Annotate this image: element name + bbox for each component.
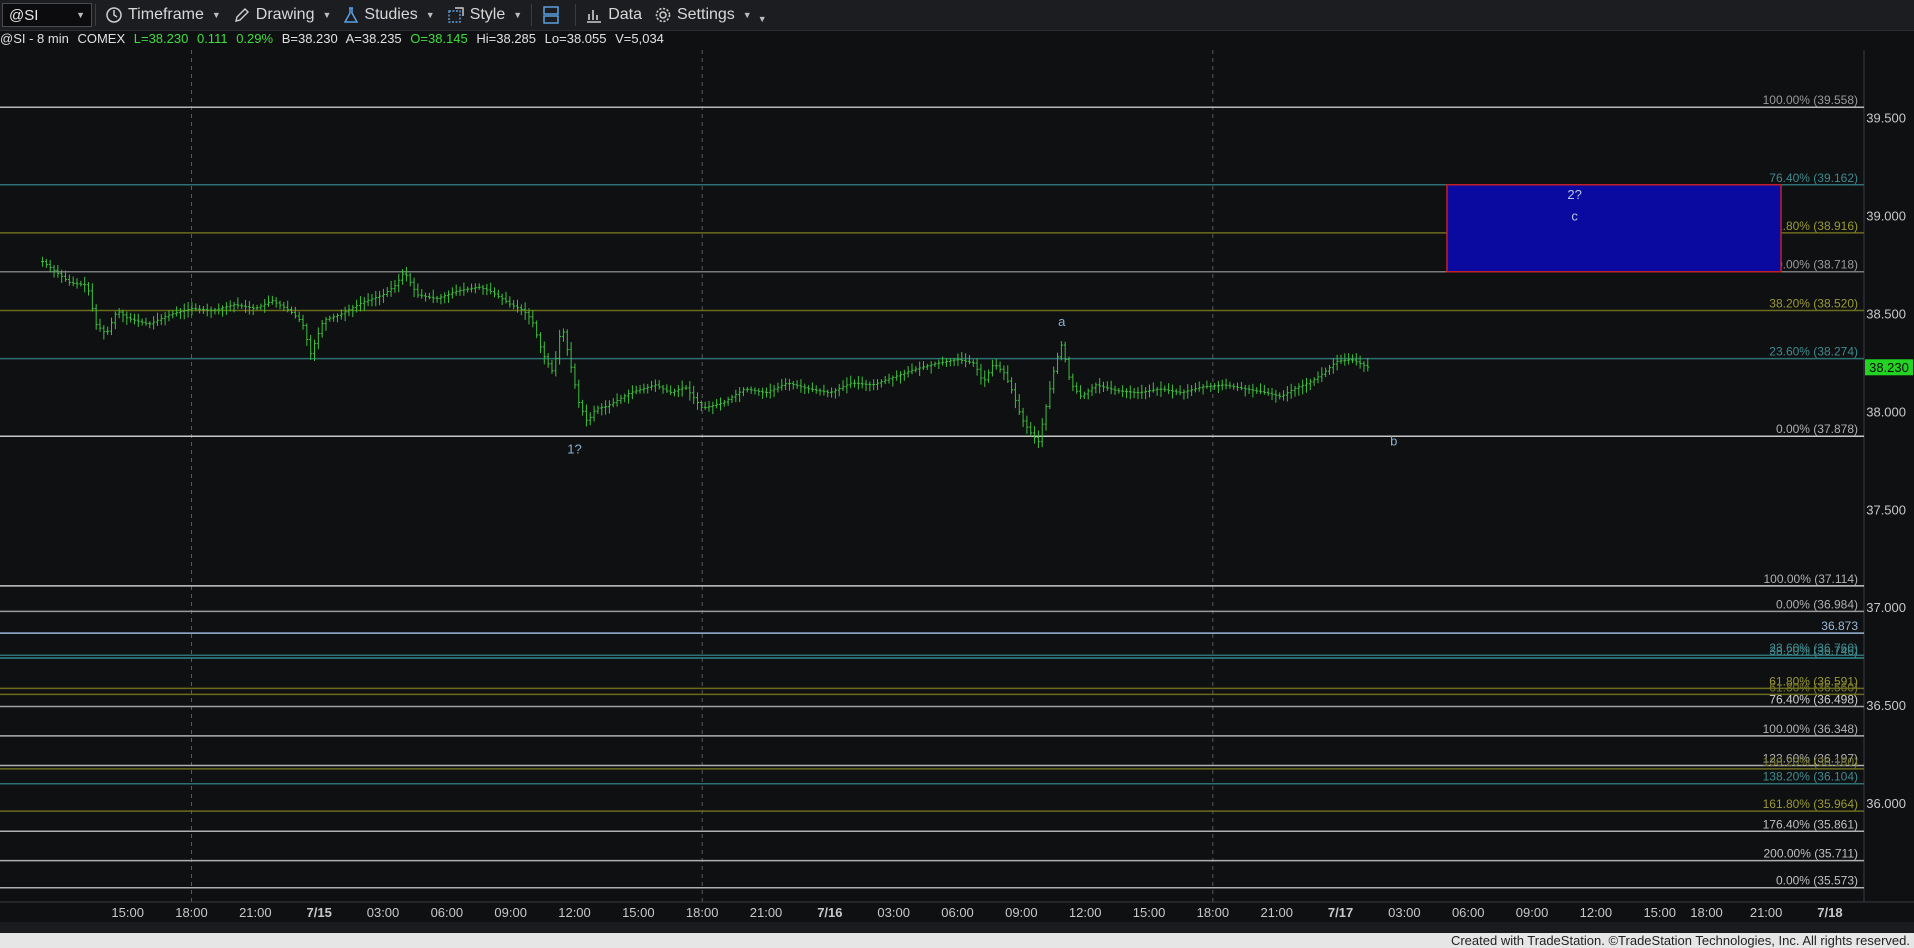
y-tick-label: 37.500	[1866, 502, 1906, 517]
wave-label: c	[1571, 208, 1578, 223]
x-tick-label: 21:00	[1260, 905, 1293, 920]
y-tick-label: 39.000	[1866, 208, 1906, 223]
x-tick-label: 12:00	[1580, 905, 1613, 920]
x-tick-label: 15:00	[1643, 905, 1676, 920]
x-tick-label: 21:00	[1750, 905, 1783, 920]
fib-level-label: 200.00% (35.711)	[1763, 847, 1858, 861]
fib-level-label: 138.20% (36.104)	[1763, 770, 1858, 784]
fib-level-label: 61.80% (38.916)	[1769, 219, 1858, 233]
fib-level-label: 38.20% (36.746)	[1769, 644, 1858, 658]
x-tick-label: 06:00	[941, 905, 974, 920]
copyright-text: Created with TradeStation. ©TradeStation…	[1450, 933, 1910, 948]
fib-level-label: 76.40% (36.498)	[1769, 693, 1858, 707]
x-tick-label: 12:00	[1069, 905, 1102, 920]
wave-label: a	[1058, 314, 1066, 329]
fib-level-label: 76.40% (39.162)	[1769, 171, 1858, 185]
price-axis	[1864, 50, 1914, 902]
fib-level-label: 23.60% (38.274)	[1769, 345, 1858, 359]
fib-level-label: 50.00% (38.718)	[1769, 258, 1858, 272]
x-tick-label: 15:00	[111, 905, 144, 920]
x-tick-label: 7/15	[307, 905, 332, 920]
x-tick-label: 03:00	[1388, 905, 1421, 920]
y-tick-label: 38.000	[1866, 404, 1906, 419]
fib-level-label: 100.00% (37.114)	[1763, 572, 1858, 586]
x-tick-label: 21:00	[239, 905, 272, 920]
x-tick-label: 7/16	[817, 905, 842, 920]
x-tick-label: 18:00	[175, 905, 208, 920]
chart-scrollbar[interactable]	[0, 922, 1914, 933]
x-tick-label: 18:00	[1690, 905, 1723, 920]
y-tick-label: 36.500	[1866, 698, 1906, 713]
x-tick-label: 03:00	[367, 905, 400, 920]
x-tick-label: 15:00	[1133, 905, 1166, 920]
fib-level-label: 36.873	[1821, 619, 1858, 633]
wave-label: b	[1390, 434, 1397, 449]
x-tick-label: 21:00	[750, 905, 783, 920]
x-tick-label: 18:00	[686, 905, 719, 920]
x-tick-label: 09:00	[1516, 905, 1549, 920]
x-tick-label: 18:00	[1197, 905, 1230, 920]
x-tick-label: 06:00	[431, 905, 464, 920]
x-tick-label: 09:00	[1005, 905, 1038, 920]
fib-level-label: 161.80% (35.964)	[1763, 797, 1858, 811]
y-tick-label: 38.500	[1866, 306, 1906, 321]
fib-level-label: 0.00% (36.984)	[1776, 597, 1858, 611]
target-zone-box[interactable]	[1446, 184, 1782, 273]
x-tick-label: 7/17	[1328, 905, 1353, 920]
plot-area	[0, 50, 1864, 902]
copyright-footer: Created with TradeStation. ©TradeStation…	[0, 933, 1914, 948]
fib-level-label: 176.40% (35.861)	[1763, 817, 1858, 831]
fib-level-label: 38.20% (38.520)	[1769, 296, 1858, 310]
y-tick-label: 36.000	[1866, 796, 1906, 811]
fib-level-label: 0.00% (37.878)	[1776, 422, 1858, 436]
x-tick-label: 15:00	[622, 905, 655, 920]
fib-level-label: 0.00% (35.573)	[1776, 874, 1858, 888]
x-tick-label: 12:00	[558, 905, 591, 920]
x-tick-label: 03:00	[877, 905, 910, 920]
fib-level-label: 138.20% (36.180)	[1763, 755, 1858, 769]
x-tick-label: 06:00	[1452, 905, 1485, 920]
fib-level-label: 100.00% (39.558)	[1763, 93, 1858, 107]
wave-label: 2?	[1567, 187, 1581, 202]
fib-level-label: 100.00% (36.348)	[1763, 722, 1858, 736]
x-tick-label: 7/18	[1817, 905, 1842, 920]
price-chart[interactable]: 100.00% (39.558) 76.40% (39.162) 61.80% (3…	[0, 0, 1914, 922]
last-price-label: 38.230	[1869, 360, 1909, 375]
y-tick-label: 37.000	[1866, 600, 1906, 615]
x-tick-label: 09:00	[494, 905, 527, 920]
y-tick-label: 39.500	[1866, 111, 1906, 126]
wave-label: 1?	[567, 441, 581, 456]
